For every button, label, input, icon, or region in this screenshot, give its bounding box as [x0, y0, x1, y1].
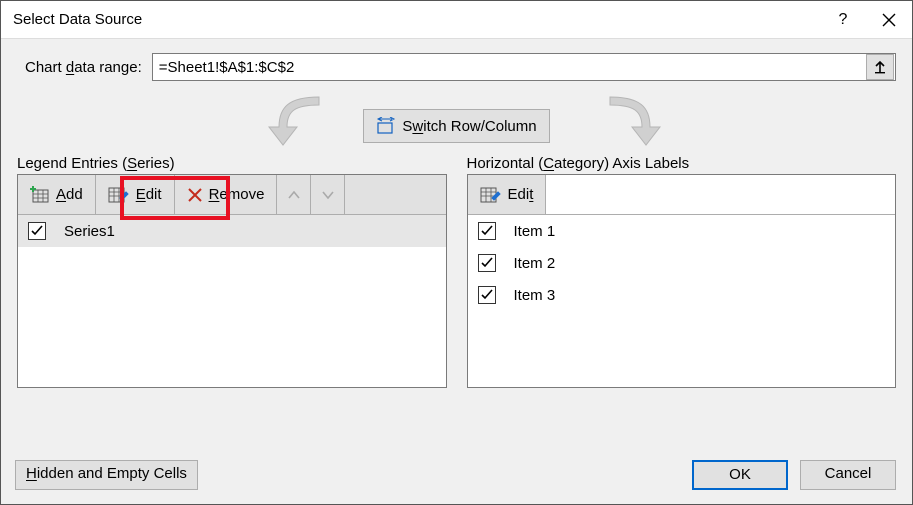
add-label: Add	[56, 186, 83, 203]
add-series-button[interactable]: Add	[18, 175, 96, 214]
remove-label: Remove	[209, 186, 265, 203]
arrow-right-graphic	[590, 93, 670, 149]
add-table-icon	[30, 186, 50, 204]
select-data-source-dialog: Select Data Source ? Chart data range:	[0, 0, 913, 505]
category-checkbox[interactable]	[478, 222, 496, 240]
check-icon	[480, 288, 494, 302]
help-button[interactable]: ?	[820, 1, 866, 39]
switch-row: Switch Row/Column	[17, 91, 896, 161]
collapse-icon	[873, 60, 887, 74]
edit-category-button[interactable]: Edit	[468, 175, 547, 214]
legend-toolbar: Add Edit Remove	[18, 175, 446, 215]
check-icon	[480, 224, 494, 238]
dialog-title: Select Data Source	[13, 11, 820, 28]
edit-label: Edit	[136, 186, 162, 203]
move-down-button[interactable]	[311, 175, 345, 214]
category-label: Item 1	[514, 223, 556, 240]
switch-label: Switch Row/Column	[402, 118, 536, 135]
ok-button[interactable]: OK	[692, 460, 788, 490]
panels: Legend Entries (Series) Add Edit	[17, 155, 896, 388]
category-box: Edit Item 1 Item 2	[467, 174, 897, 388]
category-checkbox[interactable]	[478, 254, 496, 272]
switch-row-column-button[interactable]: Switch Row/Column	[363, 109, 549, 143]
category-row[interactable]: Item 2	[468, 247, 896, 279]
close-button[interactable]	[866, 1, 912, 39]
chart-data-range-field[interactable]	[152, 53, 896, 81]
series-checkbox[interactable]	[28, 222, 46, 240]
category-label: Item 2	[514, 255, 556, 272]
category-checkbox[interactable]	[478, 286, 496, 304]
edit-series-button[interactable]: Edit	[96, 175, 175, 214]
close-icon	[882, 13, 896, 27]
cancel-button[interactable]: Cancel	[800, 460, 896, 490]
dialog-content: Chart data range: Switch Row/Column	[1, 39, 912, 448]
check-icon	[480, 256, 494, 270]
chart-data-range-label: Chart data range:	[25, 59, 142, 76]
category-list[interactable]: Item 1 Item 2 Item 3	[468, 215, 896, 387]
category-label: Item 3	[514, 287, 556, 304]
arrow-left-graphic	[259, 93, 339, 149]
titlebar: Select Data Source ?	[1, 1, 912, 39]
legend-entries-label: Legend Entries (Series)	[17, 155, 447, 172]
category-row[interactable]: Item 1	[468, 215, 896, 247]
edit-cat-label: Edit	[508, 186, 534, 203]
hidden-empty-cells-button[interactable]: Hidden and Empty Cells	[15, 460, 198, 490]
category-row[interactable]: Item 3	[468, 279, 896, 311]
check-icon	[30, 224, 44, 238]
chart-data-range-input[interactable]	[153, 57, 866, 78]
move-up-button[interactable]	[277, 175, 311, 214]
remove-icon	[187, 187, 203, 203]
legend-box: Add Edit Remove	[17, 174, 447, 388]
dialog-footer: Hidden and Empty Cells OK Cancel	[1, 448, 912, 504]
category-toolbar: Edit	[468, 175, 896, 215]
category-axis-panel: Horizontal (Category) Axis Labels Edit	[467, 155, 897, 388]
chevron-down-icon	[322, 190, 334, 200]
edit-table-icon	[108, 186, 130, 204]
switch-icon	[376, 117, 396, 135]
chart-data-range-row: Chart data range:	[25, 53, 896, 81]
remove-series-button[interactable]: Remove	[175, 175, 278, 214]
collapse-dialog-button[interactable]	[866, 54, 894, 80]
series-label: Series1	[64, 223, 115, 240]
chevron-up-icon	[288, 190, 300, 200]
series-list[interactable]: Series1	[18, 215, 446, 387]
legend-entries-panel: Legend Entries (Series) Add Edit	[17, 155, 447, 388]
edit-table-icon	[480, 186, 502, 204]
series-row[interactable]: Series1	[18, 215, 446, 247]
